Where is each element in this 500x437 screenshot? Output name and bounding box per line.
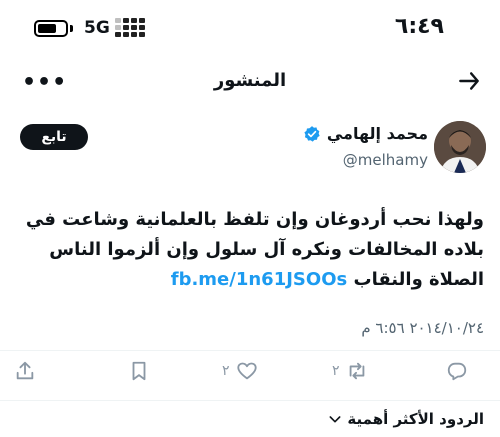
top-header: ••• المنشور	[0, 62, 500, 102]
follow-button[interactable]: تابع	[20, 124, 88, 150]
retweet-count: ٢	[332, 363, 340, 379]
divider	[0, 400, 500, 401]
signal-icon	[115, 18, 145, 37]
author-name-text: محمد إلهامي	[326, 124, 428, 143]
retweet-button[interactable]: ٢	[332, 360, 368, 382]
verified-badge-icon	[304, 125, 320, 142]
retweet-icon	[349, 362, 364, 380]
status-time: ٦:٤٩	[394, 14, 444, 39]
status-bar: 5G ٦:٤٩	[0, 0, 500, 52]
like-count: ٢	[222, 363, 230, 379]
share-button[interactable]	[14, 360, 36, 382]
author-handle[interactable]: @melhamy	[343, 151, 428, 169]
chevron-down-icon	[329, 416, 341, 423]
bookmark-button[interactable]	[128, 360, 150, 382]
replies-sort-dropdown[interactable]: الردود الأكثر أهمية	[327, 410, 484, 428]
avatar[interactable]	[434, 121, 486, 173]
battery-icon	[34, 20, 68, 37]
share-icon	[16, 361, 34, 380]
post-link[interactable]: fb.me/1n61JSOOs	[171, 269, 347, 290]
bookmark-icon	[132, 361, 146, 381]
post-text: ولهذا نحب أردوغان وإن تلفظ بالعلمانية وش…	[14, 205, 484, 295]
replies-sort-label: الردود الأكثر أهمية	[347, 410, 484, 428]
avatar-image	[434, 121, 486, 173]
like-button[interactable]: ٢	[222, 360, 258, 382]
reply-icon	[447, 362, 467, 381]
action-bar: ٢ ٢	[0, 360, 500, 390]
reply-button[interactable]	[440, 360, 468, 382]
divider	[0, 350, 500, 351]
network-type: 5G	[84, 18, 110, 38]
author-name[interactable]: محمد إلهامي	[303, 124, 428, 143]
page-title: المنشور	[213, 70, 287, 91]
back-arrow-icon[interactable]	[456, 68, 482, 94]
battery-tip	[70, 25, 73, 32]
heart-icon	[236, 362, 257, 380]
post-timestamp[interactable]: ٢٠١٤/١٠/٢٤ ٦:٥٦ م	[361, 319, 484, 337]
